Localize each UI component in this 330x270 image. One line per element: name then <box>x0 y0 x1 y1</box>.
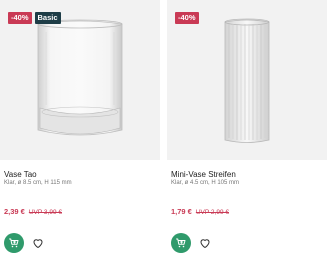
wishlist-button[interactable] <box>197 235 213 251</box>
product-image[interactable]: -40% <box>167 0 327 160</box>
glass-vase-image <box>37 19 123 136</box>
product-subtitle: Klar, ø 8.5 cm, H 115 mm <box>4 180 72 186</box>
product-grid: -40% Basic Vase Tao Klar, ø 8.5 cm, H 11… <box>0 0 330 270</box>
product-card-vase-tao[interactable]: -40% Basic Vase Tao Klar, ø 8.5 cm, H 11… <box>0 0 160 270</box>
badge-group: -40% <box>175 12 199 24</box>
product-actions <box>171 233 213 253</box>
heart-icon <box>33 239 43 248</box>
price-row: 1,79 € UVP 2,99 € <box>171 207 229 216</box>
cart-plus-icon <box>9 238 19 248</box>
cart-plus-icon <box>176 238 186 248</box>
product-actions <box>4 233 46 253</box>
product-card-mini-vase-streifen[interactable]: -40% Mini-Vase Streifen Klar, ø 4.5 cm, … <box>167 0 327 270</box>
basic-badge: Basic <box>34 12 61 24</box>
add-to-cart-button[interactable] <box>171 233 191 253</box>
discount-badge: -40% <box>8 12 32 24</box>
sale-price: 2,39 € <box>4 207 25 216</box>
add-to-cart-button[interactable] <box>4 233 24 253</box>
discount-badge: -40% <box>175 12 199 24</box>
original-price: UVP 2,99 € <box>195 209 229 216</box>
product-title[interactable]: Vase Tao <box>4 170 37 179</box>
badge-group: -40% Basic <box>8 12 61 24</box>
original-price: UVP 3,99 € <box>28 209 62 216</box>
sale-price: 1,79 € <box>171 207 192 216</box>
product-image[interactable]: -40% Basic <box>0 0 160 160</box>
product-title[interactable]: Mini-Vase Streifen <box>171 170 236 179</box>
product-subtitle: Klar, ø 4.5 cm, H 105 mm <box>171 180 240 186</box>
price-row: 2,39 € UVP 3,99 € <box>4 207 62 216</box>
heart-icon <box>200 239 210 248</box>
striped-vase-image <box>224 18 270 143</box>
wishlist-button[interactable] <box>30 235 46 251</box>
